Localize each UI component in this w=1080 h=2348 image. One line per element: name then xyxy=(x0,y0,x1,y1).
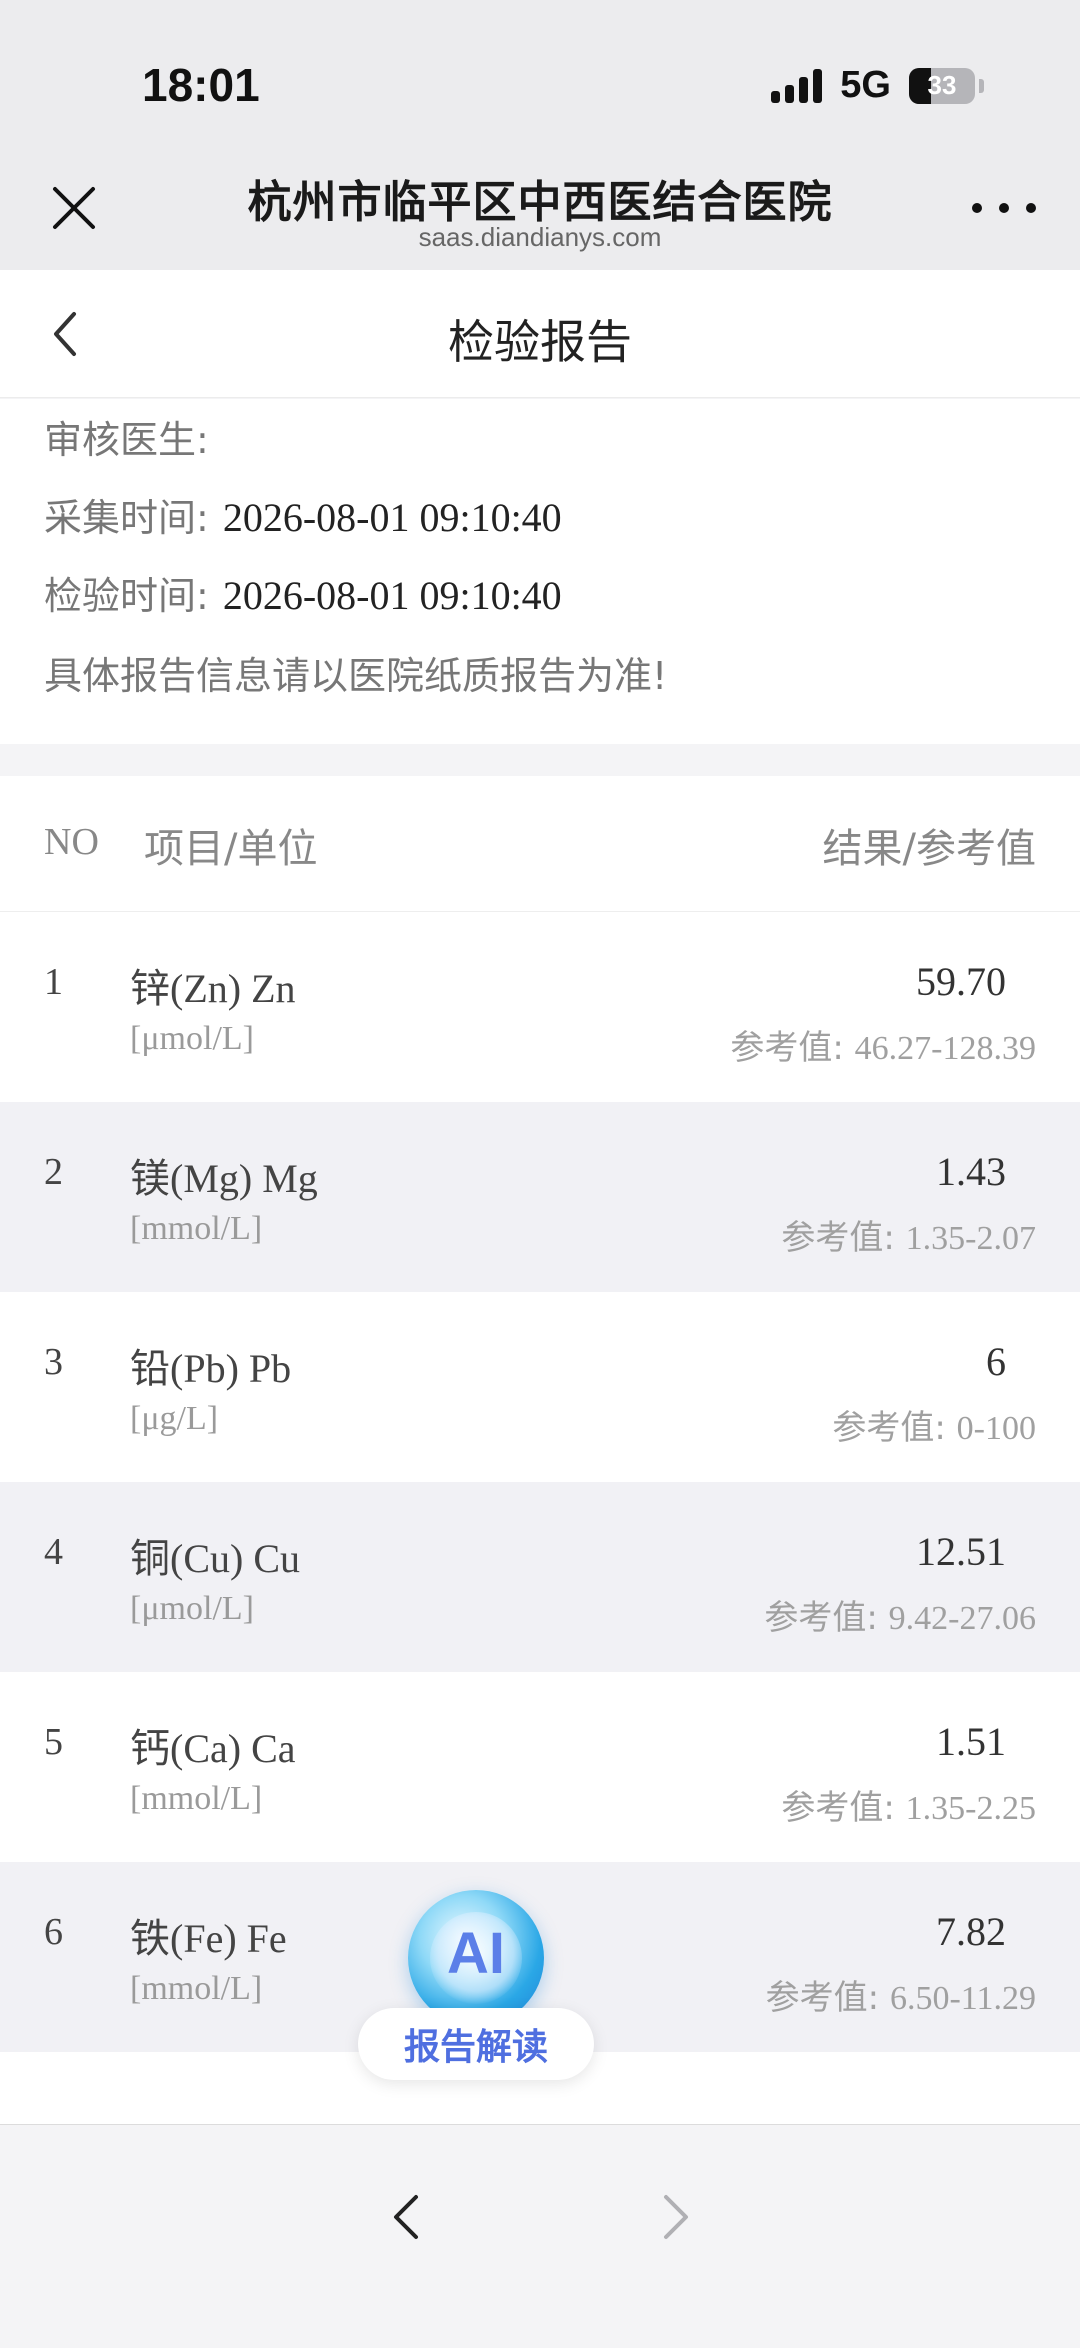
reference-label: 参考值: xyxy=(832,1408,946,1448)
site-domain: saas.diandianys.com xyxy=(418,222,662,252)
reference-label: 参考值: xyxy=(730,1028,844,1068)
result-value: 1.43 xyxy=(936,1149,1006,1194)
row-number: 5 xyxy=(44,1721,63,1763)
page-title: 检验报告 xyxy=(448,315,632,369)
test-time-label: 检验时间: xyxy=(44,574,209,618)
col-no-header: NO xyxy=(44,821,99,863)
reference-range: 参考值: 46.27-128.39 xyxy=(730,1020,1036,1069)
reference-value: 1.35-2.25 xyxy=(905,1790,1036,1827)
item-name: 铁(Fe) Fe xyxy=(130,1916,287,1961)
reference-label: 参考值: xyxy=(765,1978,880,2018)
ai-report-interpret-button[interactable]: AI 报告解读 xyxy=(358,1890,594,2080)
nav-back-button[interactable] xyxy=(376,2177,436,2257)
item-name: 锌(Zn) Zn xyxy=(130,966,296,1011)
result-value: 59.70 xyxy=(916,959,1006,1004)
reference-label: 参考值: xyxy=(764,1598,878,1638)
table-row: 4 铜(Cu) Cu [μmol/L] 12.51 参考值: 9.42-27.0… xyxy=(0,1482,1080,1672)
item-name: 钙(Ca) Ca xyxy=(130,1726,296,1771)
reference-range: 参考值: 6.50-11.29 xyxy=(766,1970,1036,2019)
result-value: 6 xyxy=(986,1339,1006,1384)
reference-range: 参考值: 9.42-27.06 xyxy=(764,1590,1036,1639)
item-name: 镁(Mg) Mg xyxy=(130,1156,318,1201)
page-header: 检验报告 xyxy=(0,270,1080,398)
battery-tip xyxy=(979,78,984,93)
col-result-header: 结果/参考值 xyxy=(822,826,1036,872)
item-unit: [μmol/L] xyxy=(130,1020,254,1057)
ai-badge: AI xyxy=(447,1921,505,1986)
row-number: 2 xyxy=(44,1151,63,1193)
item-unit: [mmol/L] xyxy=(130,1780,263,1817)
ai-button-label: 报告解读 xyxy=(358,2008,594,2080)
network-label: 5G xyxy=(840,64,891,106)
more-icon[interactable] xyxy=(972,188,1036,228)
reference-value: 1.35-2.07 xyxy=(905,1220,1036,1257)
collect-time-value: 2026-08-01 09:10:40 xyxy=(222,495,562,540)
test-time-row: 检验时间: 2026-08-01 09:10:40 xyxy=(44,565,562,620)
reference-value: 9.42-27.06 xyxy=(888,1600,1036,1637)
collect-time-row: 采集时间: 2026-08-01 09:10:40 xyxy=(44,487,562,542)
collect-time-label: 采集时间: xyxy=(44,496,209,540)
result-value: 7.82 xyxy=(936,1909,1006,1954)
reference-value: 0-100 xyxy=(956,1410,1036,1447)
reference-range: 参考值: 1.35-2.25 xyxy=(781,1780,1036,1829)
reference-label: 参考值: xyxy=(781,1788,895,1828)
table-row: 5 钙(Ca) Ca [mmol/L] 1.51 参考值: 1.35-2.25 xyxy=(0,1672,1080,1862)
item-unit: [μmol/L] xyxy=(130,1590,254,1627)
reference-label: 参考值: xyxy=(781,1218,895,1258)
battery-percent: 33 xyxy=(927,70,957,100)
table-header: NO 项目/单位 结果/参考值 xyxy=(0,776,1080,912)
report-info: 审核医生: 采集时间: 2026-08-01 09:10:40 检验时间: 2026… xyxy=(0,399,1080,744)
report-notice: 具体报告信息请以医院纸质报告为准! xyxy=(44,654,668,698)
item-name: 铅(Pb) Pb xyxy=(130,1346,292,1391)
test-time-value: 2026-08-01 09:10:40 xyxy=(222,573,562,618)
chevron-right-icon xyxy=(664,2195,688,2239)
item-name: 铜(Cu) Cu xyxy=(130,1536,300,1581)
row-number: 1 xyxy=(44,961,63,1003)
reference-range: 参考值: 0-100 xyxy=(832,1400,1036,1449)
doctor-row: 审核医生: xyxy=(44,409,223,464)
col-item-header: 项目/单位 xyxy=(144,826,318,872)
nav-forward-button[interactable] xyxy=(646,2177,706,2257)
browser-header: 18:01 5G 33 杭州市临平区中西医结合医院 saas.diandiany… xyxy=(0,0,1080,270)
reference-value: 46.27-128.39 xyxy=(854,1030,1036,1067)
reference-value: 6.50-11.29 xyxy=(889,1980,1036,2017)
item-unit: [μg/L] xyxy=(130,1400,219,1437)
item-unit: [mmol/L] xyxy=(130,1970,263,2007)
status-indicators: 5G 33 xyxy=(771,64,984,107)
table-row: 3 铅(Pb) Pb [μg/L] 6 参考值: 0-100 xyxy=(0,1292,1080,1482)
signal-icon xyxy=(771,68,823,103)
browser-toolbar xyxy=(0,2124,1080,2348)
table-row: 1 锌(Zn) Zn [μmol/L] 59.70 参考值: 46.27-128… xyxy=(0,912,1080,1102)
row-number: 4 xyxy=(44,1531,63,1573)
result-value: 12.51 xyxy=(916,1529,1006,1574)
table-row: 2 镁(Mg) Mg [mmol/L] 1.43 参考值: 1.35-2.07 xyxy=(0,1102,1080,1292)
status-time: 18:01 xyxy=(142,59,260,111)
chevron-left-icon xyxy=(394,2195,418,2239)
row-number: 6 xyxy=(44,1911,63,1953)
row-number: 3 xyxy=(44,1341,63,1383)
site-title: 杭州市临平区中西医结合医院 xyxy=(247,177,833,228)
reference-range: 参考值: 1.35-2.07 xyxy=(781,1210,1036,1259)
item-unit: [mmol/L] xyxy=(130,1210,263,1247)
battery-icon: 33 xyxy=(909,67,975,104)
doctor-label: 审核医生: xyxy=(44,418,209,462)
result-value: 1.51 xyxy=(936,1719,1006,1764)
